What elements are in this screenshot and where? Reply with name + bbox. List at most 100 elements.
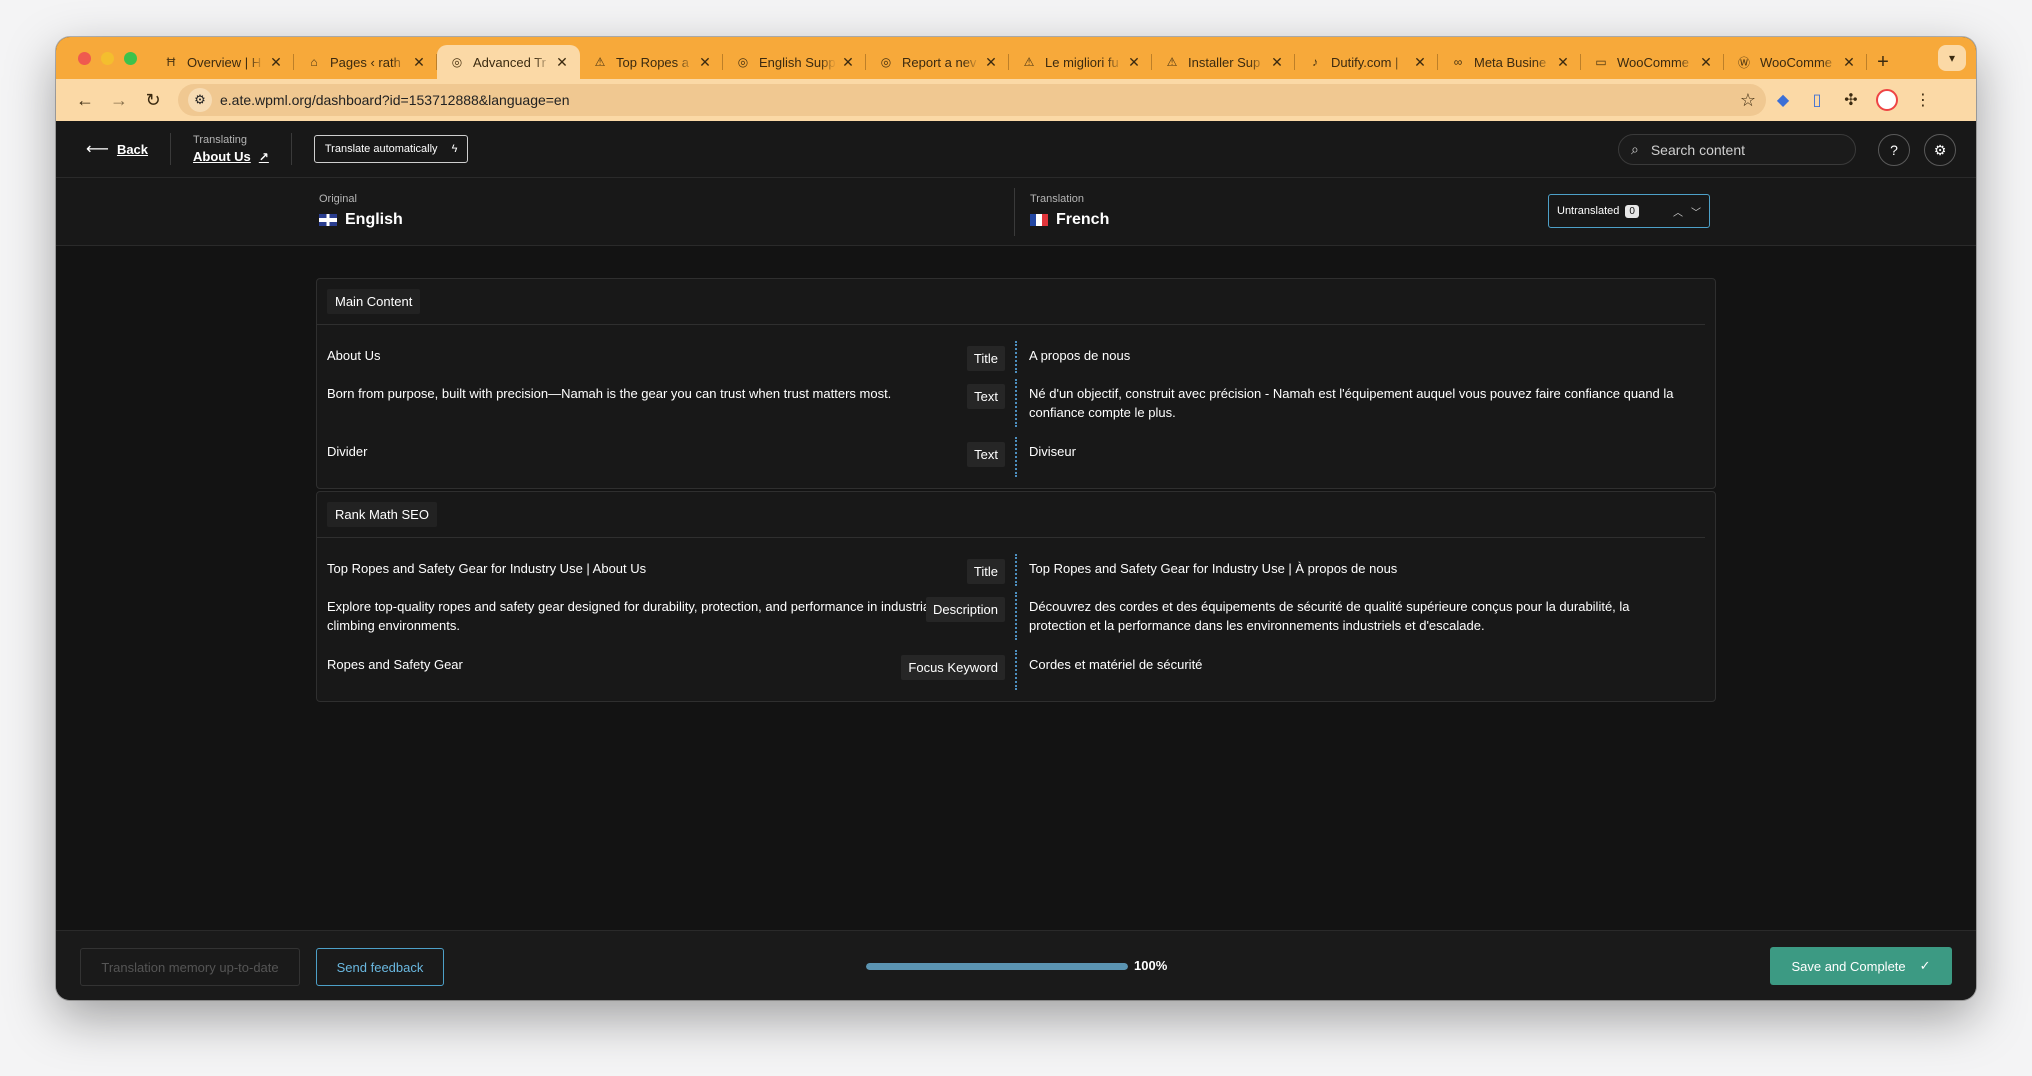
untranslated-count-badge: 0: [1625, 204, 1639, 218]
site-settings-icon[interactable]: ⚙: [188, 88, 212, 112]
segment-row[interactable]: Born from purpose, built with precision—…: [317, 373, 1715, 433]
field-type-tag: Text: [967, 384, 1005, 409]
browser-tab[interactable]: ♪ Dutify.com | ✕: [1295, 45, 1438, 79]
tab-title: Meta Busine: [1474, 54, 1547, 70]
save-and-complete-button[interactable]: Save and Complete ✓: [1770, 947, 1952, 985]
extensions-puzzle-icon[interactable]: ✣: [1834, 83, 1868, 117]
tab-close-icon[interactable]: ✕: [1698, 54, 1714, 71]
extension-sidebar-icon[interactable]: ▯: [1800, 83, 1834, 117]
source-text: Born from purpose, built with precision—…: [327, 386, 892, 401]
tab-close-icon[interactable]: ✕: [1412, 54, 1428, 71]
tab-close-icon[interactable]: ✕: [554, 54, 570, 71]
tab-close-icon[interactable]: ✕: [411, 54, 427, 71]
forward-arrow-icon[interactable]: →: [102, 83, 136, 117]
maximize-window-button[interactable]: [124, 51, 137, 65]
tab-close-icon[interactable]: ✕: [840, 54, 856, 71]
browser-tab[interactable]: ◎ Report a nev ✕: [866, 45, 1009, 79]
progress-label: 100%: [1134, 958, 1168, 973]
back-link[interactable]: ⟵ Back: [86, 139, 148, 159]
tab-title: WooComme: [1617, 54, 1690, 70]
divider: [1014, 188, 1015, 236]
help-icon[interactable]: ?: [1878, 134, 1910, 166]
bookmark-star-icon[interactable]: ☆: [1740, 90, 1756, 111]
segment-row[interactable]: Divider Text Diviseur: [317, 433, 1715, 483]
editor-footer: Translation memory up-to-date Send feedb…: [56, 930, 1976, 1000]
address-bar[interactable]: ⚙ e.ate.wpml.org/dashboard?id=153712888&…: [178, 84, 1766, 116]
tab-search-button[interactable]: ▾: [1938, 45, 1966, 71]
original-language-name: English: [345, 211, 403, 228]
untranslated-navigator[interactable]: Untranslated 0 ︿ ﹀: [1548, 194, 1710, 228]
translate-automatically-button[interactable]: Translate automatically ϟ: [313, 135, 469, 163]
chevron-up-icon[interactable]: ︿: [1673, 204, 1683, 219]
browser-tab[interactable]: ⚠ Top Ropes a ✕: [580, 45, 723, 79]
tab-favicon-icon: Ħ: [166, 55, 176, 69]
extension-tag-icon[interactable]: ◆: [1766, 83, 1800, 117]
tab-title: Top Ropes a: [616, 54, 689, 70]
browser-tab[interactable]: ◎ Advanced Tr ✕: [437, 45, 580, 79]
browser-window: Ħ Overview | H ✕ ⌂ Pages ‹ rath ✕ ◎ Advanced Tr…: [56, 37, 1976, 1000]
original-label: Original: [319, 193, 357, 205]
search-placeholder: Search content: [1650, 141, 1746, 158]
browser-tab[interactable]: ◎ English Supp ✕: [723, 45, 866, 79]
translation-memory-button[interactable]: Translation memory up-to-date: [80, 948, 300, 986]
minimize-window-button[interactable]: [101, 51, 114, 65]
segment-row[interactable]: Top Ropes and Safety Gear for Industry U…: [317, 538, 1715, 586]
translation-text[interactable]: Né d'un objectif, construit avec précisi…: [1029, 384, 1689, 422]
profile-avatar[interactable]: [1876, 89, 1898, 111]
segment-row[interactable]: Ropes and Safety Gear Focus Keyword Cord…: [317, 646, 1715, 696]
browser-tab[interactable]: ⚠ Le migliori fu ✕: [1009, 45, 1152, 79]
translation-language: Translation French: [1030, 193, 1109, 229]
new-tab-button[interactable]: +: [1867, 45, 1899, 79]
tab-favicon-icon: Ⓦ: [1737, 55, 1750, 70]
send-feedback-button[interactable]: Send feedback: [316, 948, 444, 986]
tab-close-icon[interactable]: ✕: [1269, 54, 1285, 71]
tab-close-icon[interactable]: ✕: [1555, 54, 1571, 71]
segment-divider: [1015, 437, 1017, 477]
france-flag-icon: [1030, 214, 1048, 226]
uk-flag-icon: [319, 214, 337, 226]
segment-row[interactable]: Explore top-quality ropes and safety gea…: [317, 586, 1715, 646]
page-name: About Us: [193, 149, 251, 164]
browser-tab[interactable]: ▭ WooComme ✕: [1581, 45, 1724, 79]
tab-close-icon[interactable]: ✕: [983, 54, 999, 71]
save-and-complete-label: Save and Complete: [1791, 958, 1906, 974]
close-window-button[interactable]: [78, 51, 91, 65]
browser-tab[interactable]: Ħ Overview | H ✕: [151, 45, 294, 79]
tab-favicon-icon: ◎: [880, 55, 892, 69]
browser-tab[interactable]: Ⓦ WooComme ✕: [1724, 45, 1867, 79]
tab-favicon-icon: ⚠: [1166, 55, 1178, 69]
tab-strip: Ħ Overview | H ✕ ⌂ Pages ‹ rath ✕ ◎ Advanced Tr…: [56, 37, 1976, 79]
section-rank-math-seo: Rank Math SEO Top Ropes and Safety Gear …: [316, 491, 1716, 702]
translation-text[interactable]: Diviseur: [1029, 442, 1689, 461]
search-content-input[interactable]: ⌕ Search content: [1618, 134, 1856, 165]
original-language: Original English: [319, 193, 403, 229]
reload-icon[interactable]: ↻: [136, 83, 170, 117]
segment-divider: [1015, 379, 1017, 427]
chevron-down-icon[interactable]: ﹀: [1691, 204, 1701, 219]
field-type-tag: Description: [925, 597, 1005, 622]
tab-favicon-icon: ⚠: [1023, 55, 1035, 69]
back-arrow-icon[interactable]: ←: [68, 83, 102, 117]
external-link-icon[interactable]: ↗: [259, 150, 269, 164]
segment-divider: [1015, 592, 1017, 640]
tab-title: Advanced Tr: [473, 54, 546, 70]
translation-text[interactable]: Cordes et matériel de sécurité: [1029, 655, 1689, 674]
divider: [170, 133, 172, 165]
segment-row[interactable]: About Us Title A propos de nous: [317, 325, 1715, 373]
translation-text[interactable]: A propos de nous: [1029, 346, 1689, 365]
tab-close-icon[interactable]: ✕: [697, 54, 713, 71]
tab-close-icon[interactable]: ✕: [1126, 54, 1142, 71]
tab-close-icon[interactable]: ✕: [1841, 54, 1857, 71]
tab-title: Report a nev: [902, 54, 977, 70]
browser-tab[interactable]: ∞ Meta Busine ✕: [1438, 45, 1581, 79]
browser-tab[interactable]: ⚠ Installer Sup ✕: [1152, 45, 1295, 79]
source-text: Divider: [327, 444, 368, 459]
page-name-link[interactable]: About Us ↗: [193, 149, 269, 164]
translation-text[interactable]: Top Ropes and Safety Gear for Industry U…: [1029, 559, 1689, 578]
browser-menu-icon[interactable]: ⋮: [1906, 83, 1940, 117]
browser-tab[interactable]: ⌂ Pages ‹ rath ✕: [294, 45, 437, 79]
progress-bar: [866, 963, 1128, 970]
translation-text[interactable]: Découvrez des cordes et des équipements …: [1029, 597, 1689, 635]
tab-close-icon[interactable]: ✕: [268, 54, 284, 71]
settings-gear-icon[interactable]: ⚙: [1924, 134, 1956, 166]
